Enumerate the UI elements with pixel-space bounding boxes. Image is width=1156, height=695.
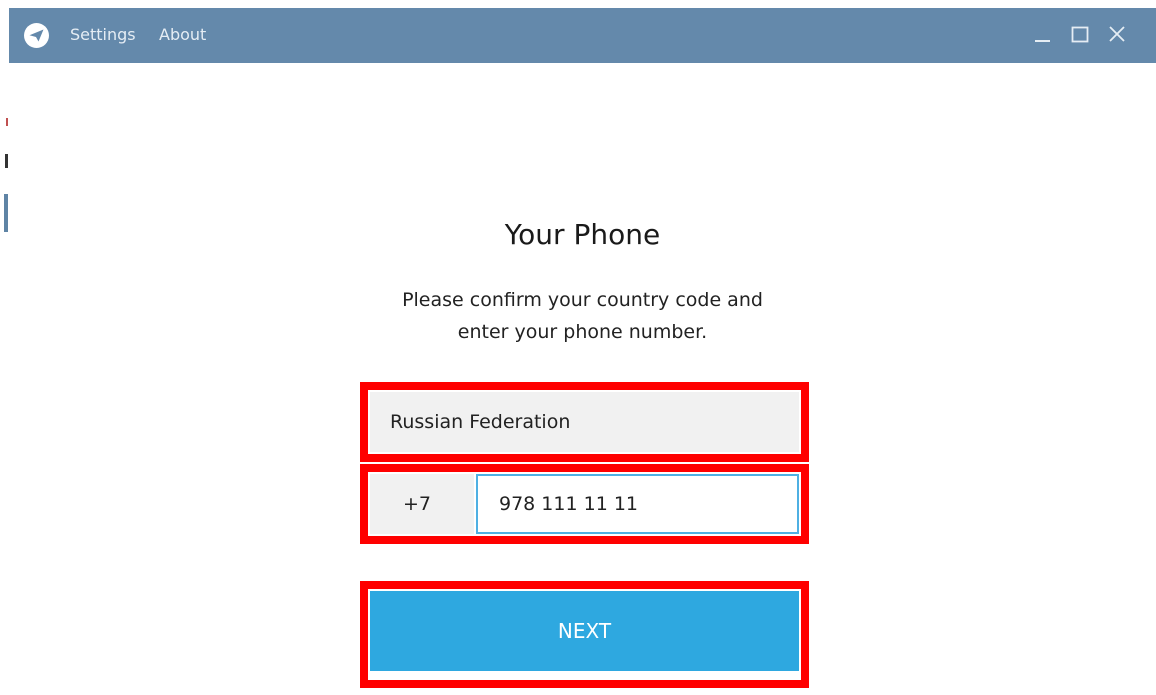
minimize-icon[interactable] (1029, 22, 1057, 48)
page-title: Your Phone (504, 218, 661, 251)
next-button[interactable]: NEXT (370, 591, 799, 671)
telegram-window: Settings About Your Phone Please confirm… (9, 8, 1156, 695)
phone-number-input[interactable] (476, 474, 799, 534)
background-mark (6, 118, 8, 126)
instruction-line-2: enter your phone number. (457, 321, 708, 343)
close-icon[interactable] (1103, 22, 1131, 48)
country-selector[interactable]: Russian Federation (370, 392, 799, 452)
instruction-text: Please confirm your country code and ent… (9, 284, 1156, 348)
settings-menu-item[interactable]: Settings (70, 25, 136, 44)
background-mark (4, 194, 8, 232)
about-menu-item[interactable]: About (159, 25, 206, 44)
background-mark (5, 154, 8, 168)
background-window-edge (0, 0, 9, 695)
country-code-value: +7 (403, 493, 432, 515)
title-bar[interactable]: Settings About (9, 8, 1156, 63)
country-value: Russian Federation (390, 411, 571, 433)
instruction-line-1: Please confirm your country code and (402, 289, 763, 311)
country-code-field[interactable]: +7 (370, 474, 474, 534)
maximize-icon[interactable] (1066, 22, 1094, 48)
paper-plane-icon (24, 23, 49, 48)
